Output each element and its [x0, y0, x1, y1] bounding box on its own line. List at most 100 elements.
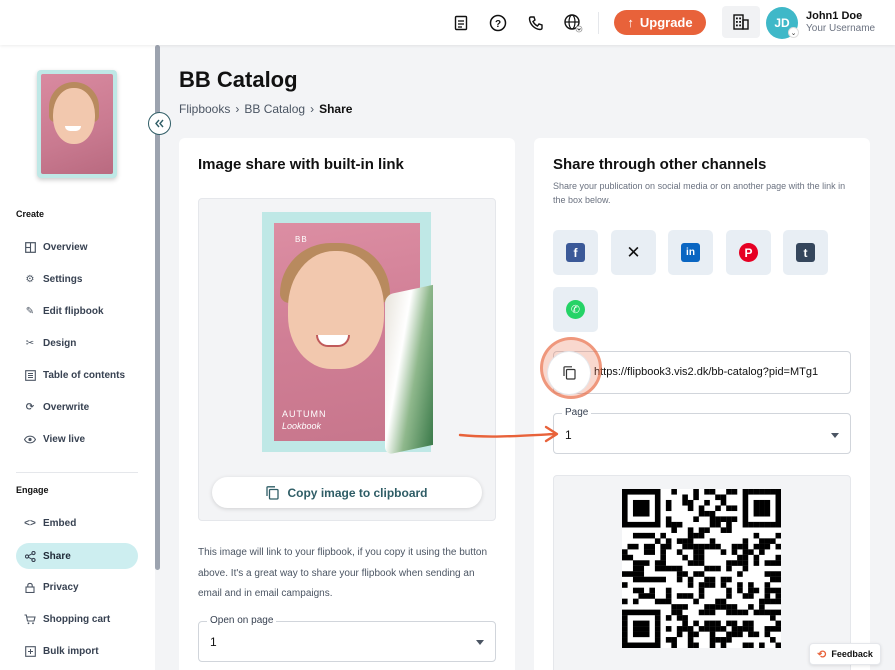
sidebar-item-label: Share: [43, 550, 71, 562]
code-icon: <>: [24, 517, 36, 529]
share-icon: [24, 550, 36, 562]
cover-text: Lookbook: [282, 421, 322, 431]
select-value: 1: [210, 635, 217, 649]
user-name: John1 Doe: [806, 10, 863, 22]
sidebar-item-view-live[interactable]: View live: [16, 426, 138, 452]
copy-image-button[interactable]: Copy image to clipboard: [212, 477, 482, 508]
sidebar-item-label: Edit flipbook: [43, 305, 104, 317]
sidebar-item-table-of-contents[interactable]: Table of contents: [16, 362, 138, 388]
sidebar-item-bulk-import[interactable]: Bulk import: [16, 638, 138, 664]
gear-icon: ⚙: [25, 273, 35, 285]
tumblr-share-button[interactable]: t: [783, 230, 828, 275]
arrow-up-icon: ↑: [627, 15, 634, 30]
sidebar-item-label: Shopping cart: [43, 613, 111, 625]
linkedin-share-button[interactable]: in: [668, 230, 713, 275]
whatsapp-share-button[interactable]: ✆: [553, 287, 598, 332]
collapse-sidebar-button[interactable]: [148, 112, 171, 135]
breadcrumb-link[interactable]: BB Catalog: [244, 102, 305, 116]
share-channels-subtitle: Share your publication on social media o…: [553, 181, 846, 205]
cover-brand: BB: [295, 235, 308, 244]
chevron-down-icon[interactable]: ⌄: [788, 27, 799, 38]
upgrade-button[interactable]: ↑ Upgrade: [614, 10, 706, 35]
copy-icon: [266, 485, 280, 500]
breadcrumb-current: Share: [319, 102, 353, 116]
section-title-engage: Engage: [16, 485, 49, 495]
select-label: Open on page: [207, 615, 277, 626]
sidebar-item-share[interactable]: Share: [16, 543, 138, 569]
list-icon: [24, 369, 36, 381]
linkedin-icon: in: [681, 243, 700, 262]
tumblr-icon: t: [796, 243, 815, 262]
lock-icon: [24, 581, 36, 593]
layout-icon: [24, 241, 36, 253]
whatsapp-icon: ✆: [566, 300, 585, 319]
organization-button[interactable]: [722, 6, 760, 38]
page-select[interactable]: Page 1: [553, 407, 851, 454]
refresh-icon: ⟳: [25, 401, 35, 413]
facebook-icon: f: [566, 243, 585, 262]
sidebar-item-label: Bulk import: [43, 645, 99, 657]
feedback-button[interactable]: ⟲ Feedback: [809, 643, 881, 665]
open-on-page-select[interactable]: Open on page 1: [198, 615, 496, 662]
x-share-button[interactable]: ✕: [611, 230, 656, 275]
breadcrumb-link[interactable]: Flipbooks: [179, 102, 230, 116]
facebook-share-button[interactable]: f: [553, 230, 598, 275]
image-share-description: This image will link to your flipbook, i…: [198, 547, 488, 599]
sidebar-item-edit-flipbook[interactable]: ✎ Edit flipbook: [16, 298, 138, 324]
sidebar-item-label: Overwrite: [43, 401, 90, 413]
select-value: 1: [565, 428, 572, 442]
sidebar-item-label: Embed: [43, 517, 77, 529]
sidebar-item-label: Design: [43, 337, 77, 349]
cart-icon: [24, 613, 36, 625]
breadcrumb: Flipbooks › BB Catalog › Share: [179, 102, 352, 116]
sidebar-item-settings[interactable]: ⚙ Settings: [16, 266, 138, 292]
sidebar-item-label: Table of contents: [43, 369, 126, 381]
copy-icon: [562, 366, 576, 380]
pinterest-share-button[interactable]: P: [726, 230, 771, 275]
phone-icon[interactable]: [525, 12, 547, 34]
user-subtitle: Your Username: [806, 23, 876, 34]
qr-code[interactable]: [622, 489, 782, 649]
feedback-icon: ⟲: [817, 648, 827, 661]
chevron-right-icon: ›: [310, 102, 315, 116]
chevron-down-icon: [476, 640, 484, 645]
sidebar-item-overview[interactable]: Overview: [16, 234, 138, 260]
sidebar-item-design[interactable]: ✂ Design: [16, 330, 138, 356]
sidebar-item-label: Overview: [43, 241, 88, 253]
page-curl: [385, 284, 433, 456]
section-title-create: Create: [16, 209, 45, 219]
copy-link-button[interactable]: [548, 352, 590, 394]
sidebar-divider: [16, 472, 138, 473]
pinterest-icon: P: [739, 243, 758, 262]
import-icon: [24, 645, 36, 657]
select-label: Page: [562, 407, 592, 418]
sidebar-item-label: View live: [43, 433, 86, 445]
share-link-text[interactable]: https://flipbook3.vis2.dk/bb-catalog?pid…: [594, 366, 818, 378]
sidebar-item-shopping-cart[interactable]: Shopping cart: [16, 606, 138, 632]
building-icon: [733, 14, 749, 30]
sidebar-item-label: Privacy: [43, 581, 79, 593]
help-icon[interactable]: ?: [487, 12, 509, 34]
globe-icon[interactable]: [562, 12, 584, 34]
tools-icon: ✂: [25, 337, 35, 349]
chevron-right-icon: ›: [235, 102, 240, 116]
share-channels-title: Share through other channels: [553, 156, 767, 173]
eye-icon: [24, 433, 36, 445]
header-divider: [598, 12, 599, 34]
page-title: BB Catalog: [179, 67, 298, 92]
sidebar-item-label: Settings: [43, 273, 83, 285]
annotation-arrow: [458, 425, 559, 443]
top-bar: ? ↑ Upgrade JD ⌄ John1 Doe Your Username: [0, 0, 895, 45]
double-chevron-left-icon: [155, 119, 164, 128]
flipbook-thumbnail: [37, 70, 117, 178]
pencil-icon: ✎: [25, 305, 35, 317]
sidebar-item-embed[interactable]: <> Embed: [16, 510, 138, 536]
image-share-title: Image share with built-in link: [198, 156, 404, 173]
cover-text: AUTUMN: [282, 409, 327, 419]
sidebar-item-overwrite[interactable]: ⟳ Overwrite: [16, 394, 138, 420]
document-icon[interactable]: [450, 12, 472, 34]
sidebar-item-privacy[interactable]: Privacy: [16, 574, 138, 600]
chevron-down-icon: [831, 433, 839, 438]
svg-text:?: ?: [495, 19, 501, 30]
x-icon: ✕: [626, 242, 641, 262]
